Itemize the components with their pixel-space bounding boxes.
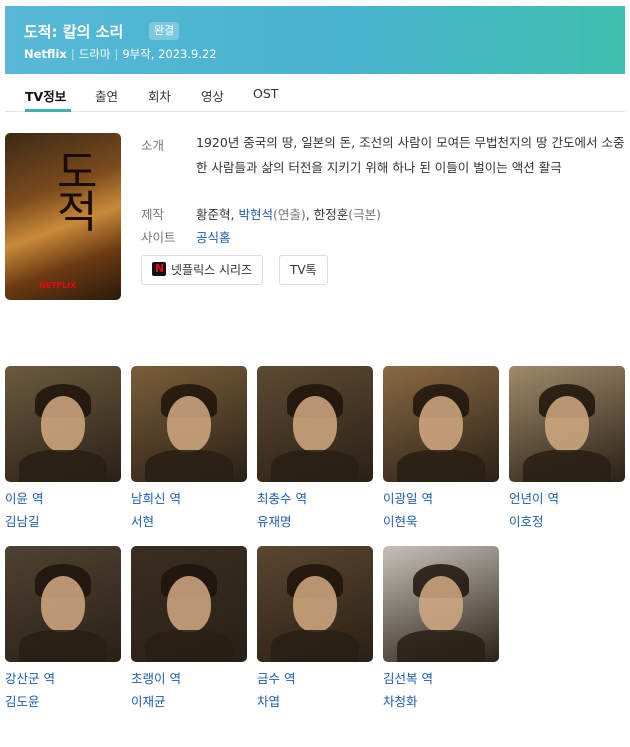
cast-role[interactable]: 이윤 역 bbox=[5, 488, 121, 507]
cast-photo[interactable] bbox=[257, 546, 373, 662]
cast-photo-face bbox=[41, 396, 85, 452]
cast-role[interactable]: 금수 역 bbox=[257, 668, 373, 687]
tv-talk-chip[interactable]: TV톡 bbox=[279, 255, 328, 285]
cast-card[interactable]: 이윤 역김남길 bbox=[5, 366, 121, 530]
cast-photo-body bbox=[271, 630, 359, 662]
genre-label: 드라마 bbox=[78, 47, 111, 61]
cast-actor-name[interactable]: 이현욱 bbox=[383, 511, 499, 530]
writer-name: 한정훈 bbox=[313, 207, 349, 222]
cast-photo-face bbox=[41, 576, 85, 632]
cast-photo-body bbox=[19, 450, 107, 482]
netflix-series-chip[interactable]: N 넷플릭스 시리즈 bbox=[141, 255, 264, 285]
cast-role[interactable]: 남희신 역 bbox=[131, 488, 247, 507]
netflix-icon: N bbox=[152, 262, 166, 276]
cast-card[interactable]: 강산군 역김도윤 bbox=[5, 546, 121, 710]
cast-photo-face bbox=[419, 396, 463, 452]
cast-actor-name[interactable]: 서현 bbox=[131, 511, 247, 530]
producer-name: 황준혁 bbox=[196, 207, 231, 222]
site-label: 사이트 bbox=[141, 230, 176, 245]
cast-photo-face bbox=[419, 576, 463, 632]
cast-photo-body bbox=[271, 450, 359, 482]
cast-actor-name[interactable]: 차엽 bbox=[257, 691, 373, 710]
cast-card[interactable]: 금수 역차엽 bbox=[257, 546, 373, 710]
cast-actor-name[interactable]: 김남길 bbox=[5, 511, 121, 530]
cast-photo-body bbox=[397, 630, 485, 662]
cast-actor-name[interactable]: 차청화 bbox=[383, 691, 499, 710]
program-header: 도적: 칼의 소리 완결 Netflix | 드라마 | 9부작, 2023.9.22 bbox=[5, 6, 625, 74]
poster-title-art: 도적 bbox=[57, 147, 98, 238]
director-link[interactable]: 박현석 bbox=[238, 207, 273, 222]
director-role: (연출) bbox=[272, 207, 306, 222]
writer-role: (극본) bbox=[348, 207, 381, 222]
platform-label[interactable]: Netflix bbox=[24, 47, 67, 61]
tab-ost[interactable]: OST bbox=[253, 86, 278, 101]
cast-role[interactable]: 이광일 역 bbox=[383, 488, 499, 507]
production-label: 제작 bbox=[141, 207, 165, 222]
cast-photo-body bbox=[145, 630, 233, 662]
cast-photo-face bbox=[293, 576, 337, 632]
cast-actor-name[interactable]: 이재균 bbox=[131, 691, 247, 710]
synopsis-label: 소개 bbox=[141, 138, 165, 153]
program-meta: Netflix | 드라마 | 9부작, 2023.9.22 bbox=[24, 47, 217, 61]
cast-photo-face bbox=[167, 396, 211, 452]
cast-photo[interactable] bbox=[257, 366, 373, 482]
episodes-date-label: 9부작, 2023.9.22 bbox=[122, 47, 217, 61]
tab-cast[interactable]: 출연 bbox=[95, 86, 118, 105]
cast-photo-body bbox=[19, 630, 107, 662]
poster-netflix-logo: NETFLIX bbox=[39, 281, 77, 290]
cast-role[interactable]: 초랭이 역 bbox=[131, 668, 247, 687]
tab-videos[interactable]: 영상 bbox=[201, 86, 224, 105]
netflix-series-label: 넷플릭스 시리즈 bbox=[171, 263, 253, 277]
program-title[interactable]: 도적: 칼의 소리 bbox=[24, 21, 123, 42]
active-tab-indicator bbox=[25, 109, 71, 112]
cast-photo[interactable] bbox=[383, 366, 499, 482]
cast-card[interactable]: 이광일 역이현욱 bbox=[383, 366, 499, 530]
cast-photo[interactable] bbox=[131, 366, 247, 482]
cast-actor-name[interactable]: 이호정 bbox=[509, 511, 625, 530]
tab-episodes[interactable]: 회차 bbox=[148, 86, 171, 105]
cast-photo[interactable] bbox=[5, 546, 121, 662]
cast-photo[interactable] bbox=[131, 546, 247, 662]
cast-photo-face bbox=[167, 576, 211, 632]
cast-card[interactable]: 김선복 역차청화 bbox=[383, 546, 499, 710]
cast-actor-name[interactable]: 유재명 bbox=[257, 511, 373, 530]
poster-image[interactable]: 도적 NETFLIX bbox=[5, 133, 121, 300]
tab-tv-info[interactable]: TV정보 bbox=[25, 86, 66, 105]
official-site-link[interactable]: 공식홈 bbox=[196, 227, 231, 246]
cast-role[interactable]: 언년이 역 bbox=[509, 488, 625, 507]
cast-photo-face bbox=[293, 396, 337, 452]
production-value: 황준혁, 박현석(연출), 한정훈(극본) bbox=[196, 207, 381, 222]
cast-card[interactable]: 언년이 역이호정 bbox=[509, 366, 625, 530]
cast-role[interactable]: 김선복 역 bbox=[383, 668, 499, 687]
cast-photo-body bbox=[397, 450, 485, 482]
cast-role[interactable]: 최충수 역 bbox=[257, 488, 373, 507]
cast-card[interactable]: 남희신 역서현 bbox=[131, 366, 247, 530]
tv-talk-label: TV톡 bbox=[290, 263, 317, 277]
cast-card[interactable]: 최충수 역유재명 bbox=[257, 366, 373, 530]
cast-actor-name[interactable]: 김도윤 bbox=[5, 691, 121, 710]
cast-photo-face bbox=[545, 396, 589, 452]
cast-photo-body bbox=[523, 450, 611, 482]
cast-photo-body bbox=[145, 450, 233, 482]
synopsis-text: 1920년 중국의 땅, 일본의 돈, 조선의 사람이 모여든 무법천지의 땅 … bbox=[196, 135, 625, 175]
cast-photo[interactable] bbox=[383, 546, 499, 662]
status-badge: 완결 bbox=[149, 22, 180, 40]
cast-card[interactable]: 초랭이 역이재균 bbox=[131, 546, 247, 710]
tab-bar: TV정보 출연 회차 영상 OST bbox=[5, 74, 625, 112]
cast-role[interactable]: 강산군 역 bbox=[5, 668, 121, 687]
cast-photo[interactable] bbox=[509, 366, 625, 482]
cast-photo[interactable] bbox=[5, 366, 121, 482]
